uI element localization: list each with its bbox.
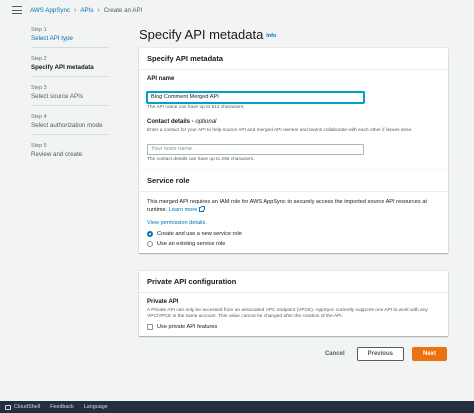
panel-header: Service role [139,170,448,192]
panel-header: Specify API metadata [139,48,448,70]
step-link-select-api-type[interactable]: Select API type [31,35,109,42]
feedback-link[interactable]: Feedback [50,404,74,410]
step-5: Step 5 Review and create [31,140,109,163]
chevron-right-icon: › [74,6,77,14]
menu-icon[interactable] [12,6,22,14]
language-link[interactable]: Language [84,404,108,410]
cancel-button[interactable]: Cancel [321,348,349,360]
checkbox[interactable] [147,324,153,331]
breadcrumb: AWS AppSync › APIs › Create an API [12,6,142,14]
api-name-input[interactable] [147,91,364,103]
step-number: Step 3 [31,85,47,91]
step-label: Select source APIs [31,93,83,100]
checkbox-label: Use private API features [157,324,218,331]
step-3: Step 3 Select source APIs [31,82,109,106]
terminal-icon [5,404,11,410]
form-actions: Cancel Previous Next [321,347,447,361]
step-number: Step 1 [31,27,47,33]
breadcrumb-apis[interactable]: APIs [80,7,93,14]
page-title-text: Specify API metadata [139,27,264,42]
contact-label: Contact details - optional [147,119,217,126]
next-button[interactable]: Next [411,347,447,361]
step-1: Step 1 Select API type [31,24,109,48]
wizard-steps: Step 1 Select API type Step 2 Specify AP… [31,24,109,168]
step-number: Step 5 [31,143,47,149]
service-role-description: This merged API requires an IAM role for… [147,198,440,214]
contact-label-text: Contact details [147,119,191,126]
contact-hint: The contact details can have up to 256 c… [147,157,255,163]
api-name-hint: The API name can have up to 512 characte… [147,105,245,110]
panel-header: Private API configuration [139,271,448,293]
contact-optional: optional [195,119,217,126]
step-number: Step 4 [31,114,47,120]
step-label: Select authorization mode [31,122,103,129]
metadata-panel: Specify API metadata API name The API na… [139,48,448,170]
breadcrumb-appsync[interactable]: AWS AppSync [30,7,70,14]
console-footer: CloudShell Feedback Language [0,401,474,413]
info-link[interactable]: Info [266,33,276,39]
radio-new-role[interactable]: Create and use a new service role [147,231,440,238]
external-link-icon [199,206,206,213]
service-role-panel: Service role This merged API requires an… [139,170,448,254]
private-api-checkbox-row[interactable]: Use private API features [147,324,440,331]
step-4: Step 4 Select authorization mode [31,111,109,135]
radio-label: Create and use a new service role [157,231,242,238]
private-api-description: A Private API can only be accessed from … [147,308,428,320]
radio-label: Use an existing service role [157,241,226,248]
radio-button[interactable] [147,241,153,248]
chevron-right-icon: › [97,6,100,14]
cloudshell-label: CloudShell [14,404,41,410]
previous-button[interactable]: Previous [356,347,404,361]
step-current: Specify API metadata [31,64,94,71]
contact-description: Enter a contact for your API to help sou… [147,128,413,134]
private-api-panel: Private API configuration Private API A … [139,271,448,337]
private-api-label: Private API [147,299,179,305]
radio-existing-role[interactable]: Use an existing service role [147,241,440,248]
cloudshell-button[interactable]: CloudShell [5,404,40,410]
step-2: Step 2 Specify API metadata [31,53,109,77]
api-name-label: API name [147,76,175,82]
radio-button-selected[interactable] [147,231,153,238]
page-title: Specify API metadata Info [139,27,276,42]
step-label: Review and create [31,151,83,158]
step-number: Step 2 [31,56,47,62]
breadcrumb-current: Create an API [103,6,143,14]
learn-more-link[interactable]: Learn more [169,207,198,213]
view-permission-link[interactable]: View permission details. [147,219,440,227]
contact-input[interactable] [147,143,364,155]
